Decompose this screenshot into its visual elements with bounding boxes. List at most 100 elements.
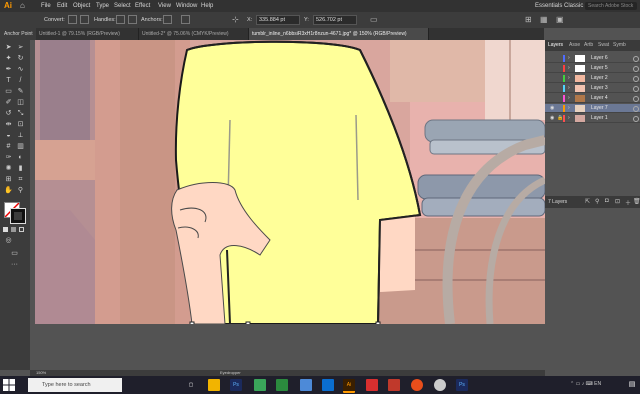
x-coordinate-field[interactable]: 335.884 pt — [256, 15, 300, 25]
notification-icon[interactable]: ▤ — [626, 379, 638, 391]
layer-row[interactable]: › Layer 5 — [545, 64, 640, 73]
lasso-icon[interactable]: ↻ — [16, 55, 25, 63]
eyedropper-icon[interactable]: ✑ — [4, 154, 13, 162]
illustrator-icon[interactable]: Ai — [343, 379, 355, 393]
photoshop2-icon[interactable]: Ps — [456, 379, 468, 391]
selection-tool-icon[interactable]: ➤ — [4, 44, 13, 52]
media-icon[interactable] — [254, 379, 266, 391]
symbol-sprayer-icon[interactable]: ✺ — [4, 165, 13, 173]
tab-tumblr-image[interactable]: tumblr_inline_n6bbsiR3xH1r8nzun-4671.jpg… — [249, 28, 429, 40]
gradient-mode-icon[interactable] — [11, 227, 16, 232]
file-explorer-icon[interactable] — [208, 379, 220, 391]
convert-smooth-icon[interactable] — [80, 15, 89, 24]
target-icon[interactable] — [633, 56, 639, 62]
draw-mode-icon[interactable]: ◎ — [4, 237, 13, 245]
remove-anchor-icon[interactable] — [163, 15, 172, 24]
layer-row[interactable]: › Layer 2 — [545, 74, 640, 83]
target-icon[interactable] — [633, 76, 639, 82]
color-mode-icon[interactable] — [3, 227, 8, 232]
chevron-right-icon[interactable]: › — [568, 85, 570, 91]
none-mode-icon[interactable] — [19, 227, 24, 232]
screen-mode-icon[interactable]: ▭ — [10, 250, 19, 258]
target-icon[interactable] — [633, 106, 639, 112]
magic-wand-icon[interactable]: ✦ — [4, 55, 13, 63]
tab-untitled-1[interactable]: Untitled-1 @ 79.15% (RGB/Preview) — [36, 28, 139, 40]
menu-type[interactable]: Type — [96, 3, 109, 9]
curvature-tool-icon[interactable]: ∿ — [16, 66, 25, 74]
new-layer-icon[interactable]: ＋ — [625, 198, 631, 207]
eraser-icon[interactable]: ◫ — [16, 99, 25, 107]
layer-row[interactable]: › Layer 6 — [545, 54, 640, 63]
eye-icon[interactable]: ◉ — [550, 115, 554, 121]
tab-untitled-2[interactable]: Untitled-2* @ 75.06% (CMYK/Preview) — [139, 28, 249, 40]
menu-help[interactable]: Help — [201, 3, 213, 9]
width-tool-icon[interactable]: ⇹ — [4, 121, 13, 129]
perspective-icon[interactable]: ⟂ — [16, 132, 25, 140]
photoshop-icon[interactable]: Ps — [230, 379, 242, 391]
convert-corner-icon[interactable] — [68, 15, 77, 24]
system-tray[interactable]: ⌃ ▭ ♪ ⌨ EN — [570, 381, 601, 387]
shape-builder-icon[interactable]: ◒ — [4, 132, 13, 140]
new-sublayer-icon[interactable]: ⊡ — [615, 198, 620, 205]
app-red2-icon[interactable] — [388, 379, 400, 391]
scale-tool-icon[interactable]: ⤡ — [16, 110, 25, 118]
chevron-right-icon[interactable]: › — [568, 55, 570, 61]
pen-tool-icon[interactable]: ✒ — [4, 66, 13, 74]
opera-icon[interactable] — [411, 379, 423, 391]
canvas-area[interactable] — [30, 40, 545, 370]
align-icon[interactable]: ⊹ — [232, 15, 239, 24]
grid-icon[interactable]: ▦ — [540, 15, 548, 24]
layer-row[interactable]: › Layer 4 — [545, 94, 640, 103]
menu-object[interactable]: Object — [73, 3, 90, 9]
menu-file[interactable]: File — [41, 3, 51, 9]
app-green-icon[interactable] — [276, 379, 288, 391]
zoom-level[interactable]: 150% — [36, 370, 46, 375]
target-icon[interactable] — [633, 116, 639, 122]
slice-tool-icon[interactable]: ⌗ — [16, 176, 25, 184]
column-graph-icon[interactable]: ▮ — [16, 165, 25, 173]
rotate-tool-icon[interactable]: ↺ — [4, 110, 13, 118]
rectangle-tool-icon[interactable]: ▭ — [4, 88, 13, 96]
show-handles-icon[interactable] — [116, 15, 125, 24]
tab-swatches[interactable]: Swat — [598, 42, 609, 48]
stroke-swatch[interactable] — [10, 208, 26, 224]
locate-icon[interactable]: ⚲ — [595, 198, 599, 205]
app-blue-icon[interactable] — [300, 379, 312, 391]
connect-anchor-icon[interactable] — [181, 15, 190, 24]
chrome-icon[interactable] — [434, 379, 446, 391]
menu-view[interactable]: View — [158, 3, 171, 9]
paintbrush-icon[interactable]: ✎ — [16, 88, 25, 96]
line-tool-icon[interactable]: / — [16, 77, 25, 85]
free-transform-icon[interactable]: ⊡ — [16, 121, 25, 129]
eye-icon[interactable]: ◉ — [550, 105, 554, 111]
blend-tool-icon[interactable]: ◐ — [16, 154, 25, 162]
layer-row[interactable]: ◉ 🔒 › Layer 1 — [545, 114, 640, 123]
windows-start-icon[interactable] — [3, 379, 15, 391]
tab-symbols[interactable]: Symb — [613, 42, 626, 48]
artboard-tool-icon[interactable]: ⊞ — [4, 176, 13, 184]
target-icon[interactable] — [633, 96, 639, 102]
chevron-right-icon[interactable]: › — [568, 65, 570, 71]
zoom-tool-icon[interactable]: ⚲ — [16, 187, 25, 195]
mesh-tool-icon[interactable]: # — [4, 143, 13, 151]
tab-layers[interactable]: Layers — [548, 42, 563, 48]
home-icon[interactable]: ⌂ — [20, 1, 25, 10]
tab-assets[interactable]: Asse — [569, 42, 580, 48]
stock-search-input[interactable]: Search Adobe Stock — [585, 2, 637, 10]
trash-icon[interactable]: 🗑 — [633, 198, 640, 205]
gradient-tool-icon[interactable]: ▥ — [16, 143, 25, 151]
edit-toolbar-icon[interactable]: ··· — [10, 261, 19, 269]
hand-tool-icon[interactable]: ✋ — [4, 187, 13, 195]
direct-selection-tool-icon[interactable]: ➢ — [16, 44, 25, 52]
isolate-icon[interactable]: ▭ — [370, 15, 378, 24]
target-icon[interactable] — [633, 66, 639, 72]
layer-row-selected[interactable]: ◉ › Layer 7 — [545, 104, 640, 113]
target-icon[interactable] — [633, 86, 639, 92]
tab-artboards[interactable]: Artb — [584, 42, 593, 48]
chevron-right-icon[interactable]: › — [568, 75, 570, 81]
menu-edit[interactable]: Edit — [57, 3, 67, 9]
hide-handles-icon[interactable] — [128, 15, 137, 24]
clip-mask-icon[interactable]: ◘ — [605, 198, 609, 204]
chevron-right-icon[interactable]: › — [568, 105, 570, 111]
layer-row[interactable]: › Layer 3 — [545, 84, 640, 93]
